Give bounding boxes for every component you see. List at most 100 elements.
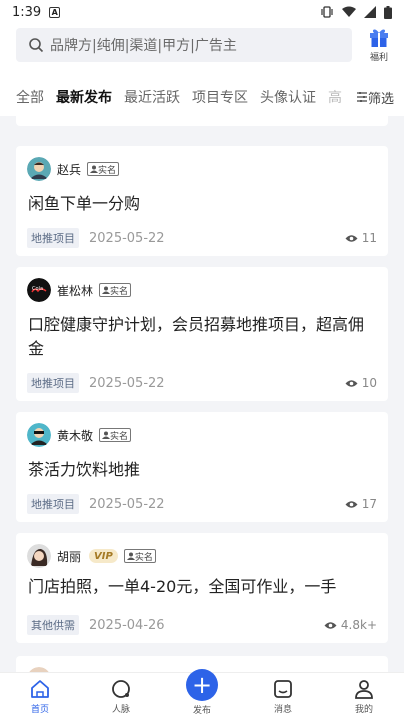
vip-badge: VIP	[89, 549, 118, 563]
status-bar: 1:39 A	[0, 0, 404, 24]
message-icon	[274, 680, 292, 698]
verified-badge: 实名	[99, 283, 132, 297]
verified-badge: 实名	[99, 428, 132, 442]
post-title[interactable]: 口腔健康守护计划，会员招募地推项目，超高佣金	[28, 313, 378, 361]
nav-contacts-label: 人脉	[111, 705, 130, 715]
gift-icon	[370, 29, 388, 47]
view-count: 10	[345, 376, 377, 390]
view-count-value: 4.8k+	[340, 618, 377, 632]
verified-label: 实名	[98, 165, 117, 176]
eye-icon	[345, 500, 358, 508]
post-card[interactable]: 赵兵 实名 闲鱼下单一分购 地推项目 2025-05-22 11	[16, 146, 388, 256]
verified-badge: 实名	[123, 549, 156, 563]
eye-icon	[324, 621, 337, 629]
verified-badge: 实名	[87, 162, 120, 176]
post-meta: 地推项目 2025-05-22 17	[27, 494, 377, 514]
post-date: 2025-05-22	[89, 230, 165, 246]
view-count-value: 11	[361, 231, 377, 245]
post-list: 赵兵 实名 闲鱼下单一分购 地推项目 2025-05-22 11 Cola 崔松…	[0, 116, 404, 672]
tab-recent-active[interactable]: 最近活跃	[124, 87, 180, 107]
category-tag: 地推项目	[27, 373, 79, 393]
nav-profile-label: 我的	[354, 705, 373, 715]
category-tag: 地推项目	[27, 494, 79, 514]
filter-icon	[357, 92, 367, 102]
header: 品牌方|纯佣|渠道|甲方|广告主 福利 全部 最新发布 最近活跃 项目专区 头像…	[0, 24, 404, 116]
post-author: 赵兵 实名	[27, 157, 120, 181]
post-meta: 地推项目 2025-05-22 10	[27, 373, 377, 393]
view-count-value: 17	[361, 497, 377, 511]
author-name[interactable]: 赵兵	[57, 161, 81, 178]
filter-label: 筛选	[368, 91, 395, 107]
avatar[interactable]	[27, 157, 51, 181]
post-date: 2025-05-22	[89, 496, 165, 512]
post-title[interactable]: 闲鱼下单一分购	[28, 192, 378, 216]
nav-publish-label: 发布	[192, 706, 211, 716]
search-icon	[29, 38, 44, 53]
person-icon	[102, 431, 111, 439]
home-icon	[31, 680, 49, 698]
verified-label: 实名	[110, 431, 129, 442]
welfare-button[interactable]: 福利	[362, 26, 396, 66]
view-count: 4.8k+	[324, 618, 377, 632]
avatar[interactable]: Cola	[27, 278, 51, 302]
author-name[interactable]: 黄木敬	[57, 427, 93, 444]
post-card[interactable]: 黄木敬 实名 茶活力饮料地推 地推项目 2025-05-22 17	[16, 412, 388, 522]
signal-icon	[364, 6, 376, 18]
tab-all[interactable]: 全部	[16, 87, 44, 107]
wifi-icon	[342, 6, 356, 17]
verified-label: 实名	[110, 286, 129, 297]
view-count: 17	[345, 497, 377, 511]
search-placeholder: 品牌方|纯佣|渠道|甲方|广告主	[50, 38, 237, 54]
welfare-label: 福利	[369, 53, 388, 63]
avatar[interactable]	[27, 544, 51, 568]
tab-projects[interactable]: 项目专区	[192, 87, 248, 107]
post-date: 2025-05-22	[89, 375, 165, 391]
plus-icon: +	[186, 669, 218, 701]
avatar[interactable]	[27, 423, 51, 447]
post-card-partial[interactable]	[16, 116, 388, 126]
battery-icon	[384, 5, 392, 19]
status-icons	[320, 5, 392, 19]
post-date: 2025-04-26	[89, 617, 165, 633]
contacts-icon	[112, 680, 130, 698]
nav-messages-label: 消息	[273, 705, 292, 715]
author-name[interactable]: 崔松林	[57, 282, 93, 299]
post-author: Cola 崔松林 实名	[27, 278, 132, 302]
category-tag: 地推项目	[27, 228, 79, 248]
post-card[interactable]: Cola 崔松林 实名 口腔健康守护计划，会员招募地推项目，超高佣金 地推项目 …	[16, 267, 388, 401]
category-tag: 其他供需	[27, 615, 79, 635]
nav-profile[interactable]: 我的	[334, 673, 394, 720]
verified-label: 实名	[134, 552, 153, 563]
view-count-value: 10	[361, 376, 377, 390]
post-title[interactable]: 门店拍照，一单4-20元，全国可作业，一手	[28, 575, 378, 599]
post-author: 黄木敬 实名	[27, 423, 132, 447]
search-bar[interactable]: 品牌方|纯佣|渠道|甲方|广告主	[16, 28, 352, 62]
nav-publish[interactable]: + 发布	[172, 669, 232, 720]
tab-avatar-verified[interactable]: 头像认证	[260, 87, 316, 107]
nav-contacts[interactable]: 人脉	[91, 673, 151, 720]
vibrate-icon	[321, 6, 333, 18]
post-meta: 其他供需 2025-04-26 4.8k+	[27, 615, 377, 635]
view-count: 11	[345, 231, 377, 245]
svg-text:Cola: Cola	[32, 286, 43, 292]
person-icon	[126, 552, 135, 560]
post-card[interactable]: 胡丽 VIP 实名 门店拍照，一单4-20元，全国可作业，一手 其他供需 202…	[16, 533, 388, 643]
notification-a-icon: A	[49, 6, 61, 18]
nav-home-label: 首页	[30, 705, 49, 715]
profile-icon	[355, 680, 373, 699]
category-tabs: 全部 最新发布 最近活跃 项目专区 头像认证 高 筛选	[0, 82, 404, 112]
filter-button[interactable]: 筛选	[352, 82, 404, 112]
nav-messages[interactable]: 消息	[253, 673, 313, 720]
nav-home[interactable]: 首页	[10, 673, 70, 720]
author-name[interactable]: 胡丽	[57, 548, 81, 565]
post-author: 胡丽 VIP 实名	[27, 544, 156, 568]
person-icon	[90, 165, 99, 173]
post-meta: 地推项目 2025-05-22 11	[27, 228, 377, 248]
bottom-nav: 首页 人脉 + 发布 消息 我的	[0, 669, 404, 720]
eye-icon	[345, 379, 358, 387]
post-title[interactable]: 茶活力饮料地推	[28, 458, 378, 482]
tab-latest[interactable]: 最新发布	[56, 87, 112, 107]
eye-icon	[345, 234, 358, 242]
tab-more[interactable]: 高	[328, 87, 342, 107]
status-time: 1:39	[12, 4, 42, 20]
